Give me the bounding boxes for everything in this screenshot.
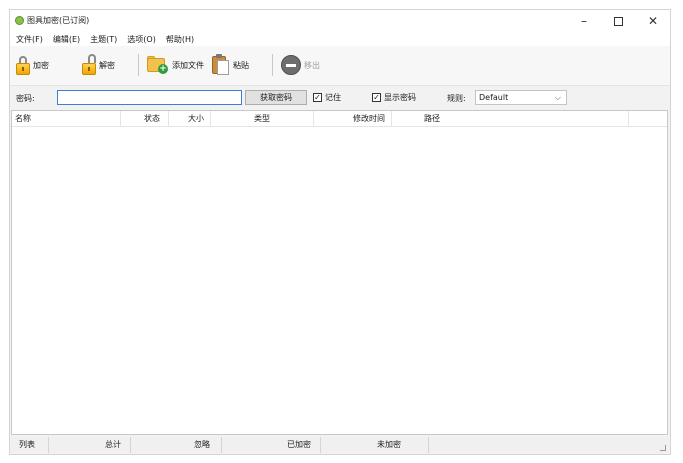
menu-options[interactable]: 选项(O) (127, 34, 156, 45)
column-header-status[interactable]: 状态 (121, 111, 169, 127)
menu-theme[interactable]: 主题(T) (90, 34, 117, 45)
chevron-down-icon: ⌵ (554, 93, 561, 102)
minimize-button[interactable]: – (567, 10, 601, 32)
menu-bar: 文件(F) 编辑(E) 主题(T) 选项(O) 帮助(H) (10, 32, 670, 46)
resize-grip-icon[interactable] (660, 445, 666, 451)
column-header-type[interactable]: 类型 (211, 111, 314, 127)
remove-button[interactable]: 移出 (281, 52, 320, 78)
close-button[interactable]: ✕ (636, 10, 670, 32)
paste-button[interactable]: 粘贴 (212, 52, 249, 78)
checkmark-icon: ✓ (313, 93, 322, 102)
column-header-path[interactable]: 路径 (392, 111, 629, 127)
column-header-modified[interactable]: 修改时间 (314, 111, 392, 127)
status-bar: 列表 总计 忽略 已加密 未加密 (11, 437, 668, 453)
minimize-icon: – (581, 14, 587, 28)
fetch-password-button[interactable]: 获取密码 (245, 90, 307, 105)
add-file-button[interactable]: + 添加文件 (147, 52, 204, 78)
password-label: 密码: (16, 94, 35, 103)
column-header-name[interactable]: 名称 (12, 111, 121, 127)
menu-file[interactable]: 文件(F) (16, 34, 43, 45)
encrypt-label: 加密 (33, 60, 49, 70)
status-unencrypted: 未加密 (321, 437, 429, 453)
encrypt-button[interactable]: 加密 (16, 52, 49, 78)
status-list: 列表 (11, 437, 49, 453)
status-encrypted: 已加密 (222, 437, 321, 453)
app-window: 图具加密(已订阅) – ✕ 文件(F) 编辑(E) 主题(T) 选项(O) 帮助… (9, 9, 671, 455)
paste-label: 粘贴 (233, 60, 249, 70)
menu-edit[interactable]: 编辑(E) (53, 34, 80, 45)
window-title: 图具加密(已订阅) (27, 16, 90, 25)
file-list[interactable]: 名称 状态 大小 类型 修改时间 路径 (11, 110, 668, 435)
unlock-icon (82, 54, 96, 75)
add-folder-icon: + (147, 55, 169, 75)
password-row: 密码: 获取密码 ✓ 记住 ✓ 显示密码 规则: Default ⌵ (10, 88, 670, 108)
rule-value: Default (479, 93, 509, 102)
rule-select[interactable]: Default ⌵ (475, 90, 567, 105)
toolbar-separator (272, 54, 273, 76)
remember-label: 记住 (325, 93, 341, 102)
remove-icon (281, 55, 301, 75)
lock-icon (16, 55, 30, 75)
password-input[interactable] (57, 90, 242, 105)
toolbar-separator (138, 54, 139, 76)
show-password-label: 显示密码 (384, 93, 416, 102)
decrypt-label: 解密 (99, 60, 115, 70)
maximize-icon (613, 16, 623, 26)
menu-help[interactable]: 帮助(H) (166, 34, 194, 45)
remember-checkbox[interactable]: ✓ 记住 (313, 92, 341, 103)
status-ignored: 忽略 (131, 437, 222, 453)
close-icon: ✕ (647, 14, 659, 28)
column-header-size[interactable]: 大小 (169, 111, 211, 127)
add-file-label: 添加文件 (172, 60, 204, 70)
maximize-button[interactable] (601, 10, 635, 32)
decrypt-button[interactable]: 解密 (82, 52, 115, 78)
list-header: 名称 状态 大小 类型 修改时间 路径 (12, 111, 667, 127)
title-bar: 图具加密(已订阅) – ✕ (10, 10, 670, 32)
clipboard-icon (212, 54, 230, 76)
rule-label: 规则: (447, 94, 466, 103)
show-password-checkbox[interactable]: ✓ 显示密码 (372, 92, 416, 103)
status-total: 总计 (49, 437, 131, 453)
toolbar: 加密 解密 + 添加文件 粘贴 移出 (10, 46, 670, 86)
checkmark-icon: ✓ (372, 93, 381, 102)
remove-label: 移出 (304, 60, 320, 70)
app-icon (15, 16, 24, 25)
